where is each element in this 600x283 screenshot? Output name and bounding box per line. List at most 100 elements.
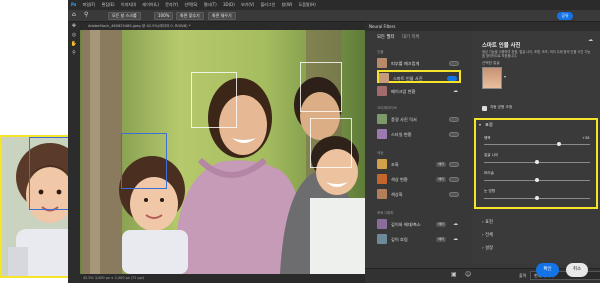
slider-knob[interactable] bbox=[535, 160, 539, 164]
filter-toggle[interactable] bbox=[449, 132, 459, 137]
filter-item[interactable]: 색상화 bbox=[377, 188, 461, 201]
zoom-tool-icon[interactable]: ⚲ bbox=[84, 11, 88, 18]
document-tab-label: AdobeStock_460825485.jpeg @ 42.5%(레이어 0,… bbox=[88, 24, 191, 28]
filter-list: 인물 피부를 매끄럽게 스마트 인물 사진 메이크업 변환 ☁ 크리에이티브 풍… bbox=[377, 48, 463, 263]
auto-balance-label: 자동 균형 조정 bbox=[490, 105, 513, 109]
filter-thumbnail bbox=[377, 189, 387, 199]
filter-label: 스마트 인물 사진 bbox=[393, 76, 423, 81]
filter-item[interactable]: 피부를 매끄럽게 bbox=[377, 57, 461, 70]
output-label: 출력 bbox=[519, 273, 527, 278]
ok-button[interactable]: 확인 bbox=[536, 263, 559, 277]
face-detection-box bbox=[310, 118, 352, 168]
fill-screen-button[interactable]: 화면 채우기 bbox=[208, 12, 236, 20]
section-global-collapsed[interactable]: › 전체 bbox=[482, 232, 493, 238]
cancel-button[interactable]: 취소 bbox=[566, 263, 588, 277]
chevron-right-icon: › bbox=[482, 233, 484, 238]
menu-item[interactable]: 편집(E) bbox=[102, 2, 115, 7]
filter-item[interactable]: 깊이와 해대/축소 베타 ☁ bbox=[377, 218, 461, 231]
menu-bar: Ps 파일(F) 편집(E) 이미지(I) 레이어(L) 문자(Y) 선택(S)… bbox=[68, 0, 600, 10]
chevron-right-icon: › bbox=[482, 220, 484, 225]
filter-thumbnail bbox=[377, 114, 387, 124]
menu-item[interactable]: 보기(V) bbox=[241, 2, 254, 7]
toolbar: ✥ ◎ ✋ ⚲ bbox=[68, 22, 80, 283]
zoom-tool-icon[interactable]: ⚲ bbox=[68, 49, 80, 58]
section-label: 전체 bbox=[485, 233, 493, 238]
scroll-all-windows-checkbox[interactable]: 모든 창 스크롤 bbox=[108, 12, 141, 20]
comment-icon[interactable]: ☺ bbox=[465, 271, 471, 278]
section-expression-collapsed[interactable]: › 표현 bbox=[482, 219, 493, 225]
photoshop-window: Ps 파일(F) 편집(E) 이미지(I) 레이어(L) 문자(Y) 선택(S)… bbox=[68, 0, 600, 283]
home-icon[interactable]: ⌂ bbox=[72, 11, 76, 18]
beta-badge: 베타 bbox=[436, 177, 446, 182]
tab-all-filters[interactable]: 모든 필터 bbox=[377, 35, 395, 40]
filter-item[interactable]: 스타일 변환 bbox=[377, 128, 461, 141]
category-color: 색상 bbox=[377, 151, 384, 155]
menu-item[interactable]: 도움말(H) bbox=[299, 2, 316, 7]
filter-item[interactable]: 풍경 사진 믹서 bbox=[377, 113, 461, 126]
cloud-download-icon[interactable]: ☁ bbox=[453, 221, 458, 227]
move-tool-icon[interactable]: ✥ bbox=[68, 22, 80, 31]
menu-item[interactable]: 선택(S) bbox=[184, 2, 197, 7]
filter-toggle[interactable] bbox=[449, 61, 459, 66]
auto-balance-checkbox[interactable] bbox=[482, 106, 487, 111]
face-age-slider[interactable] bbox=[484, 160, 590, 164]
filter-item[interactable]: 색상 변환 베타 bbox=[377, 173, 461, 186]
menu-item[interactable]: 파일(F) bbox=[83, 2, 96, 7]
hand-tool-icon[interactable]: ✋ bbox=[68, 40, 80, 49]
layer-preview-icon[interactable]: ▣ bbox=[451, 271, 457, 278]
menu-item[interactable]: 플러그인 bbox=[261, 2, 276, 7]
slider-knob[interactable] bbox=[535, 178, 539, 182]
section-label: 표현 bbox=[485, 220, 493, 225]
panel-title: Neural Filters bbox=[365, 22, 600, 31]
filter-item[interactable]: 깊이 흐림 베타 ☁ bbox=[377, 233, 461, 246]
chevron-down-icon[interactable]: ▾ bbox=[479, 122, 481, 127]
neural-filters-panel: Neural Filters 모든 필터 대기 목록 인물 피부를 매끄럽게 스… bbox=[365, 22, 600, 283]
filter-item-selected[interactable]: 스마트 인물 사진 bbox=[377, 70, 461, 83]
expression-section-title[interactable]: 표정 bbox=[485, 122, 493, 128]
filter-toggle[interactable] bbox=[449, 192, 459, 197]
filter-label: 풍경 사진 믹서 bbox=[391, 117, 417, 122]
eye-direction-slider[interactable] bbox=[484, 196, 590, 200]
section-settings-collapsed[interactable]: › 설정 bbox=[482, 245, 493, 251]
category-photography: 포토그래피 bbox=[377, 211, 394, 215]
face-dropdown-chevron-icon[interactable]: ▾ bbox=[504, 74, 506, 79]
tab-wait-list[interactable]: 대기 목록 bbox=[402, 35, 420, 40]
slider-knob[interactable] bbox=[535, 196, 539, 200]
filter-toggle[interactable] bbox=[449, 177, 459, 182]
filter-toggle[interactable] bbox=[449, 162, 459, 167]
filter-item[interactable]: 조화 베타 bbox=[377, 158, 461, 171]
menu-item[interactable]: 필터(T) bbox=[204, 2, 217, 7]
image-canvas[interactable] bbox=[80, 30, 365, 274]
selected-face-thumbnail[interactable] bbox=[482, 67, 502, 89]
zoom-percent-button[interactable]: 100% bbox=[154, 12, 174, 20]
menu-item[interactable]: 창(W) bbox=[282, 2, 293, 7]
cloud-download-icon[interactable]: ☁ bbox=[453, 236, 458, 242]
document-tab[interactable]: AdobeStock_460825485.jpeg @ 42.5%(레이어 0,… bbox=[80, 22, 365, 30]
rotate-view-icon[interactable]: ◎ bbox=[68, 31, 80, 40]
filter-thumbnail bbox=[377, 58, 387, 68]
cloud-info-icon[interactable]: ☁ bbox=[588, 37, 593, 43]
filter-thumbnail bbox=[377, 86, 387, 96]
beta-badge: 베타 bbox=[436, 162, 446, 167]
share-button[interactable]: 공유 bbox=[557, 12, 573, 20]
filter-item[interactable]: 메이크업 변환 ☁ bbox=[377, 85, 461, 98]
selected-face-label: 선택한 얼굴 bbox=[482, 61, 500, 65]
menu-item[interactable]: 레이어(L) bbox=[143, 2, 159, 7]
cloud-download-icon[interactable]: ☁ bbox=[453, 88, 458, 94]
status-bar: 42.5% 3,000 px × 2,000 px (72 ppi) bbox=[80, 274, 365, 283]
beta-badge: 베타 bbox=[436, 222, 446, 227]
filter-thumbnail bbox=[377, 129, 387, 139]
filter-label: 피부를 매끄럽게 bbox=[391, 61, 420, 66]
menu-item[interactable]: 3D(D) bbox=[223, 2, 235, 7]
slider-knob[interactable] bbox=[557, 142, 561, 146]
beta-badge: 베타 bbox=[436, 237, 446, 242]
filter-toggle[interactable] bbox=[449, 117, 459, 122]
slider-label: 얼굴 나이 bbox=[484, 153, 499, 157]
filter-toggle-on[interactable] bbox=[447, 76, 457, 81]
menu-item[interactable]: 문자(Y) bbox=[165, 2, 178, 7]
happiness-slider[interactable] bbox=[484, 142, 590, 146]
hair-slider[interactable] bbox=[484, 178, 590, 182]
menu-item[interactable]: 이미지(I) bbox=[121, 2, 136, 7]
fit-screen-button[interactable]: 화면 맞추기 bbox=[176, 12, 204, 20]
detail-description: 생성 기능을 사용하여 표정, 얼굴 나이, 조명, 포즈, 머리 두께 등의 … bbox=[482, 50, 591, 58]
